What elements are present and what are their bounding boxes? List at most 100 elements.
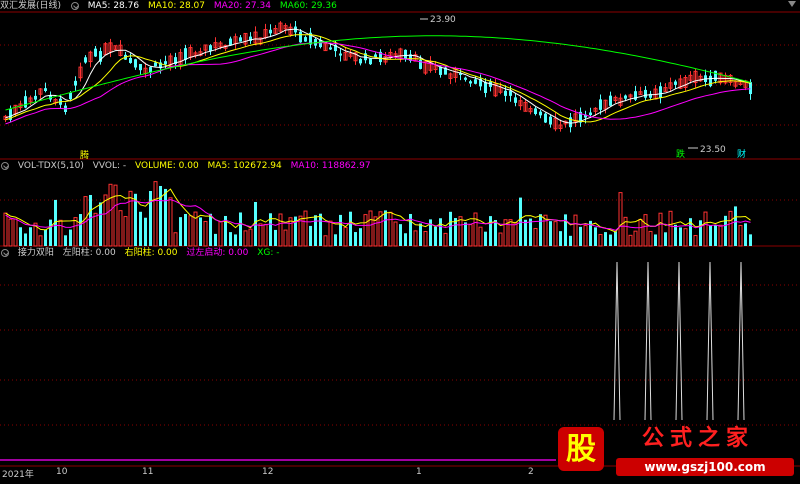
volume-bar bbox=[323, 235, 328, 247]
volume-bar bbox=[93, 212, 98, 247]
stock-chart[interactable]: 23.90 23.50 腾 跌 财 bbox=[0, 0, 800, 481]
volume-bar bbox=[89, 194, 92, 246]
volume-bar bbox=[529, 218, 532, 246]
volume-bar bbox=[164, 188, 167, 246]
candle-down bbox=[139, 64, 142, 71]
volume-bar bbox=[229, 232, 232, 246]
volume-bar bbox=[594, 227, 597, 246]
volume-bar bbox=[184, 213, 187, 246]
volume-bar bbox=[478, 226, 483, 247]
axis-tick: 2 bbox=[528, 467, 534, 477]
volume-bar bbox=[99, 202, 102, 246]
high-marker-label: 23.90 bbox=[430, 15, 456, 25]
candle-down bbox=[549, 116, 552, 125]
candle-down bbox=[94, 48, 97, 57]
candle-down bbox=[534, 108, 537, 115]
volume-bar bbox=[239, 212, 242, 246]
tag-teng: 腾 bbox=[80, 149, 89, 161]
volume-bar bbox=[553, 221, 558, 247]
candle-down bbox=[749, 82, 752, 95]
volume-bar bbox=[349, 211, 352, 246]
candle-down bbox=[484, 82, 487, 93]
volume-bar bbox=[658, 212, 663, 247]
axis-tick: 11 bbox=[142, 467, 154, 477]
volume-bar bbox=[258, 223, 263, 247]
site-logo: 股 公式之家 www.gszj100.com bbox=[556, 423, 800, 481]
volume-bar bbox=[533, 227, 538, 247]
candle-down bbox=[609, 95, 612, 106]
volume-bar bbox=[118, 210, 123, 247]
volume-bar bbox=[388, 211, 393, 247]
ma5-line bbox=[5, 28, 751, 124]
low-marker-label: 23.50 bbox=[700, 145, 726, 155]
candle-down bbox=[464, 77, 467, 80]
volume-bar bbox=[489, 216, 492, 246]
volume-bar bbox=[69, 229, 72, 246]
volume-bar bbox=[3, 212, 8, 247]
volume-bar bbox=[24, 233, 27, 246]
volume-bar bbox=[13, 218, 18, 247]
candle-down bbox=[674, 81, 677, 85]
indicator-pane bbox=[613, 261, 745, 421]
candle-down bbox=[539, 111, 542, 116]
signal-spike bbox=[613, 261, 621, 421]
volume-bar bbox=[203, 220, 208, 247]
volume-bar bbox=[334, 234, 337, 246]
candle-down bbox=[209, 45, 212, 52]
axis-tick: 12 bbox=[262, 467, 274, 477]
volume-bar bbox=[549, 221, 552, 246]
volume-bar bbox=[674, 224, 677, 246]
volume-bar bbox=[139, 211, 142, 246]
volume-bar bbox=[354, 232, 357, 246]
volume-bar bbox=[734, 206, 737, 246]
volume-bar bbox=[543, 214, 548, 247]
candlestick-pane bbox=[3, 18, 752, 149]
volume-bar bbox=[278, 213, 283, 247]
volume-bar bbox=[643, 214, 648, 247]
volume-bar bbox=[468, 224, 473, 247]
signal-spike bbox=[737, 261, 745, 421]
volume-bar bbox=[218, 220, 223, 247]
volume-bar bbox=[454, 218, 457, 246]
volume-bar bbox=[449, 211, 452, 246]
signal-spike bbox=[644, 261, 652, 421]
volume-bar bbox=[149, 191, 152, 246]
volume-bar bbox=[368, 210, 373, 247]
volume-bar bbox=[359, 228, 362, 246]
candle-down bbox=[544, 113, 547, 123]
volume-bar bbox=[648, 230, 653, 247]
volume-bar bbox=[573, 214, 578, 247]
volume-bar bbox=[638, 218, 643, 247]
volume-bar bbox=[263, 223, 268, 247]
volume-bar bbox=[168, 197, 173, 247]
volume-bar bbox=[633, 230, 638, 247]
volume-bar bbox=[283, 229, 288, 247]
volume-bar bbox=[38, 235, 43, 247]
volume-bar bbox=[569, 235, 572, 246]
volume-bar bbox=[328, 220, 333, 247]
volume-bar bbox=[598, 234, 603, 247]
volume-bar bbox=[214, 233, 217, 246]
volume-bar bbox=[44, 229, 47, 246]
axis-tick: 1 bbox=[416, 467, 422, 477]
volume-bar bbox=[628, 234, 633, 247]
volume-bar bbox=[423, 230, 428, 247]
volume-bar bbox=[309, 225, 312, 246]
volume-bar bbox=[64, 235, 67, 246]
volume-bar bbox=[188, 215, 193, 247]
volume-bar bbox=[744, 223, 747, 246]
candle-down bbox=[469, 81, 472, 84]
volume-bar bbox=[579, 226, 582, 246]
candle-down bbox=[509, 90, 512, 96]
candle-down bbox=[339, 53, 342, 56]
candle-down bbox=[644, 89, 647, 98]
candle-down bbox=[659, 86, 662, 98]
volume-bar bbox=[473, 212, 478, 247]
volume-bar bbox=[153, 181, 158, 247]
volume-bar bbox=[728, 210, 733, 247]
candle-down bbox=[589, 112, 592, 116]
volume-bar bbox=[173, 232, 178, 247]
volume-bar bbox=[73, 217, 78, 247]
volume-bar bbox=[199, 217, 202, 246]
volume-bar bbox=[399, 224, 402, 246]
